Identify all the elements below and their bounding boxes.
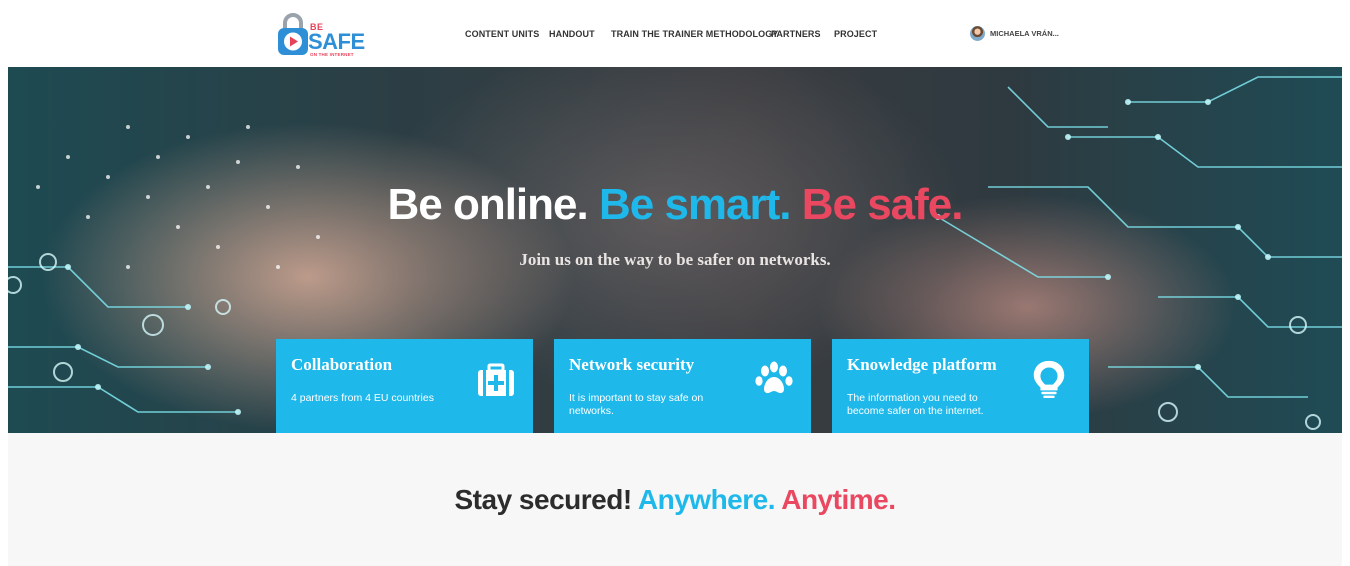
tagline-part2: Anywhere. [637,484,782,515]
card-network-security[interactable]: Network security It is important to stay… [554,339,811,433]
card-description: 4 partners from 4 EU countries [291,392,434,404]
card-description: It is important to stay safe on networks… [569,392,704,417]
section-tagline: Stay secured! Anywhere. Anytime. [0,484,1350,516]
nav-project[interactable]: PROJECT [834,29,877,39]
card-title: Network security [569,355,695,374]
user-name: MICHAELA VRÁN... [990,29,1059,38]
card-title: Collaboration [291,355,393,374]
tagline-part3: Anytime. [781,484,896,515]
hero-title-part3: Be safe. [801,180,964,229]
avatar [970,26,985,41]
tagline-part1: Stay secured! [454,484,638,515]
first-aid-kit-icon [478,363,514,396]
nav-handout[interactable]: HANDOUT [549,29,595,39]
hero-subtitle: Join us on the way to be safer on networ… [519,250,831,269]
lock-play-icon [278,13,308,55]
hero-title-part2: Be smart. [598,180,802,229]
card-description: The information you need to become safer… [847,392,984,417]
card-title: Knowledge platform [847,355,997,374]
nav-partners[interactable]: PARTNERS [771,29,821,39]
nav-content-units[interactable]: CONTENT UNITS [465,29,539,39]
card-knowledge-platform[interactable]: Knowledge platform The information you n… [832,339,1089,433]
intro-section: Stay secured! Anywhere. Anytime. [8,433,1342,566]
logo-tagline: ON THE INTERNET [310,52,354,57]
logo-safe-text: SAFE [308,29,365,54]
hero-title-part1: Be online. [387,180,599,229]
lightbulb-icon [1033,360,1065,398]
site-logo[interactable]: BE SAFE ON THE INTERNET [277,12,367,58]
site-header: BE SAFE ON THE INTERNET CONTENT UNITS HA… [0,0,1350,67]
hero-title: Be online. Be smart. Be safe. [8,180,1342,230]
card-collaboration[interactable]: Collaboration 4 partners from 4 EU count… [276,339,533,433]
paw-icon [755,361,793,394]
nav-train-the-trainer[interactable]: TRAIN THE TRAINER METHODOLOGY [611,29,778,39]
